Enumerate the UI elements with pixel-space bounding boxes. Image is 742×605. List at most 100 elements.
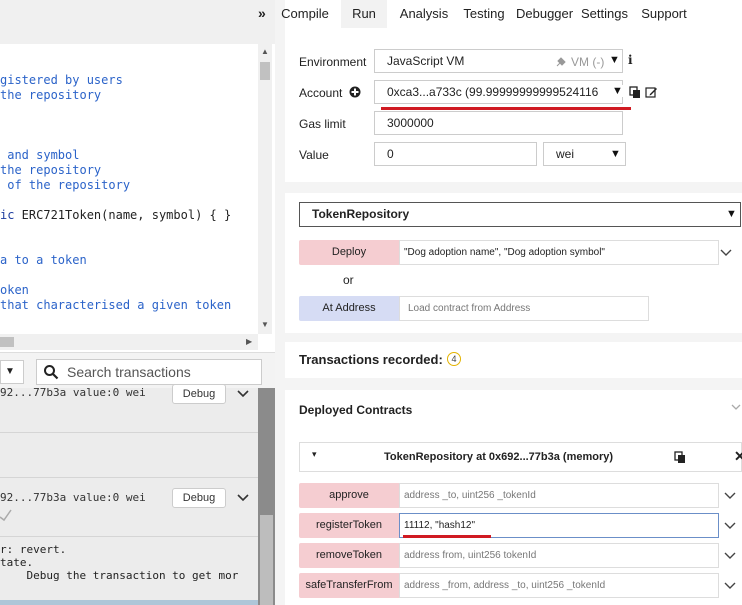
code-text: that characterised a given token [0,298,232,312]
function-input-remove-token[interactable]: address from, uint256 tokenId [399,543,719,568]
debug-button[interactable]: Debug [172,384,226,404]
chevron-down-icon[interactable] [724,492,736,500]
scrollbar-thumb[interactable] [0,337,14,347]
editor-vertical-scrollbar[interactable]: ▲ ▼ [258,44,272,334]
code-text: gistered by users [0,73,123,87]
code-editor[interactable]: gistered by users the repository and symb… [0,0,275,352]
code-text: of the repository [0,178,131,192]
account-value: 0xca3...a733c (99.99999999999524116 [387,85,599,99]
editor-horizontal-scrollbar[interactable]: ▶ [0,334,258,350]
plus-circle-icon[interactable] [349,86,361,98]
copy-icon[interactable] [674,451,686,464]
value-unit: wei [556,147,575,161]
value-label: Value [299,148,329,162]
tab-analysis[interactable]: Analysis [397,0,451,28]
tab-testing[interactable]: Testing [461,0,507,28]
log-divider [0,432,258,433]
panel-divider[interactable] [275,0,285,605]
caret-down-icon: ▼ [5,366,15,377]
scrollbar-thumb[interactable] [260,62,270,80]
chevron-down-icon[interactable] [237,390,249,398]
chevron-down-icon[interactable] [731,402,741,412]
transactions-count-badge: 4 [447,352,461,366]
chevron-down-icon[interactable] [720,249,732,257]
code-text: and symbol [0,148,80,162]
search-icon [44,365,59,380]
contract-select[interactable]: TokenRepository [299,202,741,227]
contract-instance-header[interactable]: ▾ TokenRepository at 0x692...77b3a (memo… [299,442,742,472]
caret-down-icon: ▼ [609,85,623,97]
transactions-recorded-panel[interactable]: Transactions recorded: 4 [285,342,742,378]
code-line: oken [0,283,231,298]
code-content[interactable]: gistered by users the repository and symb… [0,73,231,313]
function-input-safe-transfer-from[interactable]: address _from, address _to, uint256 _tok… [399,573,719,598]
caret-down-icon[interactable]: ▾ [312,449,317,460]
transaction-filter-dropdown[interactable]: ▼ [0,360,24,384]
code-line: and symbol [0,148,231,163]
close-icon[interactable]: ✕ [734,448,742,465]
scroll-right-icon[interactable]: ▶ [246,337,252,346]
at-address-input[interactable]: Load contract from Address [399,296,649,321]
transaction-summary: 92...77b3a value:0 wei [0,491,146,504]
function-button-register-token[interactable]: registerToken [299,513,399,538]
tab-debugger[interactable]: Debugger [516,0,573,28]
caret-down-icon: ▼ [726,208,737,220]
code-line: the repository [0,88,231,103]
contract-name: TokenRepository [312,207,410,221]
double-chevron-right-icon[interactable]: » [258,5,266,21]
or-label: or [343,273,354,287]
deployed-contracts-panel: Deployed Contracts ▾ TokenRepository at … [285,390,742,605]
chevron-down-icon[interactable] [724,552,736,560]
gas-limit-label: Gas limit [299,117,346,131]
code-line: the repository [0,163,231,178]
checkmark-icon [0,509,12,522]
deploy-args-input[interactable]: "Dog adoption name", "Dog adoption symbo… [399,240,719,265]
vm-badge: VM (-) [571,55,605,69]
copy-icon[interactable] [629,86,641,99]
section-gap [285,182,742,193]
scroll-up-icon[interactable]: ▲ [261,47,269,56]
account-select[interactable]: 0xca3...a733c (99.99999999999524116 [374,80,623,104]
tab-compile[interactable]: Compile [279,0,331,28]
chevron-down-icon[interactable] [237,494,249,502]
code-text: the repository [0,88,102,102]
code-line: that characterised a given token [0,298,231,313]
contract-instance-title: TokenRepository at 0x692...77b3a (memory… [384,451,614,463]
scrollbar-thumb[interactable] [260,515,273,605]
caret-down-icon: ▼ [609,54,620,66]
search-transactions-box[interactable] [36,359,262,385]
value-input[interactable]: 0 [374,142,537,166]
gas-limit-input[interactable]: 3000000 [374,111,623,135]
debug-button[interactable]: Debug [172,488,226,508]
code-text: a to a token [0,253,87,267]
info-icon[interactable]: i [628,53,633,67]
terminal-toolbar: ▼ [0,352,275,388]
at-address-button[interactable]: At Address [299,296,399,321]
deploy-button[interactable]: Deploy [299,240,399,265]
code-keyword: ic [0,208,15,222]
scroll-down-icon[interactable]: ▼ [261,320,269,329]
search-transactions-input[interactable] [67,363,257,381]
function-button-safe-transfer-from[interactable]: safeTransferFrom [299,573,399,598]
tab-settings[interactable]: Settings [581,0,628,28]
function-button-approve[interactable]: approve [299,483,399,508]
function-input-approve[interactable]: address _to, uint256 _tokenId [399,483,719,508]
error-message: Debug the transaction to get mor [0,569,239,582]
transaction-summary: 92...77b3a value:0 wei [0,386,146,399]
code-text: the repository [0,163,102,177]
chevron-down-icon[interactable] [724,522,736,530]
chevron-down-icon[interactable] [724,582,736,590]
highlight-underline [403,535,491,538]
run-settings-panel: Environment JavaScript VM VM (-) ▼ i Acc… [285,32,742,182]
terminal-input-strip[interactable] [0,600,258,605]
tab-support[interactable]: Support [637,0,691,28]
function-button-remove-token[interactable]: removeToken [299,543,399,568]
tab-run[interactable]: Run [341,0,387,28]
terminal-scrollbar[interactable] [258,388,275,605]
edit-icon[interactable] [645,86,658,99]
